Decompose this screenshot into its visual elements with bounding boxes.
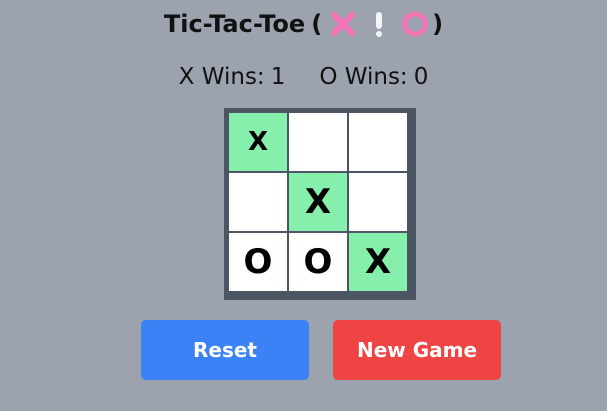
scoreboard: X Wins: 1 O Wins: 0 [0, 60, 607, 94]
page-title: Tic-Tac-Toe ( ) [0, 8, 607, 40]
board-cell-8[interactable]: O [289, 233, 347, 291]
board-cell-7[interactable]: O [229, 233, 287, 291]
board-cell-6[interactable] [349, 173, 407, 231]
board-cell-4[interactable] [229, 173, 287, 231]
o-wins-count: 0 [413, 64, 429, 90]
title-close-paren: ) [432, 10, 444, 38]
o-wins-label: O Wins: [319, 64, 408, 90]
new-game-button[interactable]: New Game [333, 320, 501, 380]
title-text: Tic-Tac-Toe [163, 10, 306, 38]
circle-icon [400, 9, 430, 39]
game-board: X X O O X [224, 108, 416, 300]
x-score: X Wins: 1 [179, 64, 286, 90]
reset-button[interactable]: Reset [141, 320, 309, 380]
o-score: O Wins: 0 [319, 64, 428, 90]
x-wins-label: X Wins: [178, 64, 265, 90]
board-cell-1[interactable]: X [229, 113, 287, 171]
exclamation-icon [364, 9, 394, 39]
title-open-paren: ( [311, 10, 323, 38]
cross-mark-icon [328, 9, 358, 39]
board-cell-9[interactable]: X [349, 233, 407, 291]
board-cell-2[interactable] [289, 113, 347, 171]
board-cell-3[interactable] [349, 113, 407, 171]
x-wins-count: 1 [270, 64, 286, 90]
board-cell-5[interactable]: X [289, 173, 347, 231]
